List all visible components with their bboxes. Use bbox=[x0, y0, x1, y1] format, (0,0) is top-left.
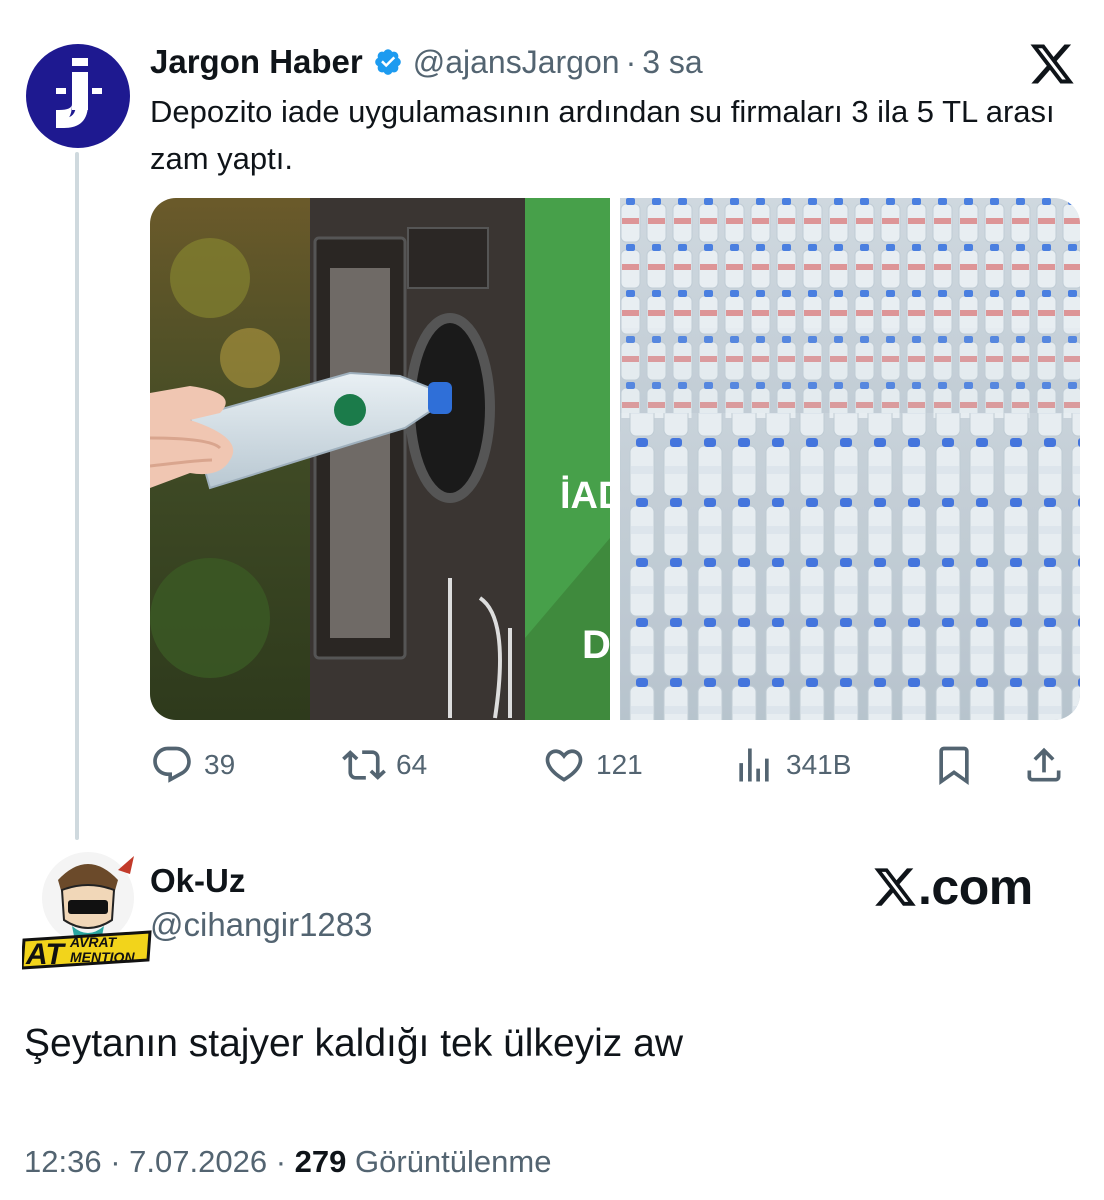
share-action[interactable] bbox=[1022, 740, 1066, 790]
x-logo-icon bbox=[874, 868, 916, 906]
handle[interactable]: @ajansJargon bbox=[413, 44, 620, 81]
avatar-badge-mention: MENTION bbox=[70, 949, 135, 965]
deposit-machine-image: İAD D bbox=[150, 198, 625, 720]
thread-line bbox=[75, 152, 79, 840]
site-domain: .com bbox=[918, 859, 1033, 915]
views-action[interactable]: 341B bbox=[732, 740, 851, 790]
avatar-ok-uz[interactable]: AT AVRAT MENTION bbox=[20, 850, 152, 971]
views-label: Görüntülenme bbox=[355, 1144, 552, 1179]
tweet-footer: 12:36 · 7.07.2026 · 279 Görüntülenme bbox=[24, 1144, 551, 1180]
heart-icon bbox=[545, 749, 583, 782]
retweet-icon bbox=[342, 750, 386, 780]
tweet-media[interactable]: İAD D bbox=[150, 198, 1080, 720]
bookmark-icon bbox=[939, 746, 969, 786]
avatar-image: AT AVRAT MENTION bbox=[20, 852, 152, 971]
reply-display-name[interactable]: Ok-Uz bbox=[150, 862, 245, 900]
jargon-logo-icon bbox=[56, 58, 102, 128]
x-com-watermark: .com bbox=[872, 858, 1033, 916]
views-icon bbox=[739, 748, 769, 782]
reply-handle[interactable]: @cihangir1283 bbox=[150, 906, 372, 944]
tweet-actions: 39 64 121 341B bbox=[150, 740, 1080, 790]
timestamp[interactable]: 3 sa bbox=[642, 44, 702, 81]
post-date[interactable]: 7.07.2026 bbox=[129, 1144, 267, 1179]
post-time[interactable]: 12:36 bbox=[24, 1144, 102, 1179]
footer-dot: · bbox=[275, 1144, 287, 1179]
tweet-text: Depozito iade uygulamasının ardından su … bbox=[150, 94, 1055, 176]
footer-dot: · bbox=[110, 1144, 121, 1179]
avatar-jargon-haber[interactable] bbox=[26, 44, 130, 148]
machine-label-text-2: D bbox=[582, 623, 611, 667]
like-action[interactable]: 121 bbox=[542, 740, 643, 790]
x-logo-icon bbox=[1030, 44, 1074, 84]
views-total: 279 bbox=[294, 1144, 347, 1179]
water-bottles-image bbox=[620, 198, 1080, 720]
retweet-count: 64 bbox=[396, 749, 428, 780]
reply-action[interactable]: 39 bbox=[150, 740, 235, 790]
avatar-badge-at: AT bbox=[25, 938, 66, 970]
retweet-action[interactable]: 64 bbox=[342, 740, 427, 790]
reply-icon bbox=[153, 746, 191, 783]
bookmark-action[interactable] bbox=[932, 740, 976, 790]
media-images: İAD D bbox=[150, 198, 1080, 720]
avatar-badge-avrat: AVRAT bbox=[69, 934, 118, 950]
reply-count: 39 bbox=[204, 749, 236, 780]
verified-badge-icon bbox=[374, 49, 401, 75]
display-name[interactable]: Jargon Haber bbox=[150, 43, 363, 81]
tweet-header: Jargon Haber @ajansJargon · 3 sa bbox=[150, 40, 703, 84]
separator: · bbox=[625, 43, 637, 80]
like-count: 121 bbox=[596, 749, 643, 780]
views-count: 341B bbox=[786, 749, 852, 780]
share-icon bbox=[1027, 747, 1061, 782]
reply-text: Şeytanın stajyer kaldığı tek ülkeyiz aw bbox=[24, 1022, 683, 1065]
